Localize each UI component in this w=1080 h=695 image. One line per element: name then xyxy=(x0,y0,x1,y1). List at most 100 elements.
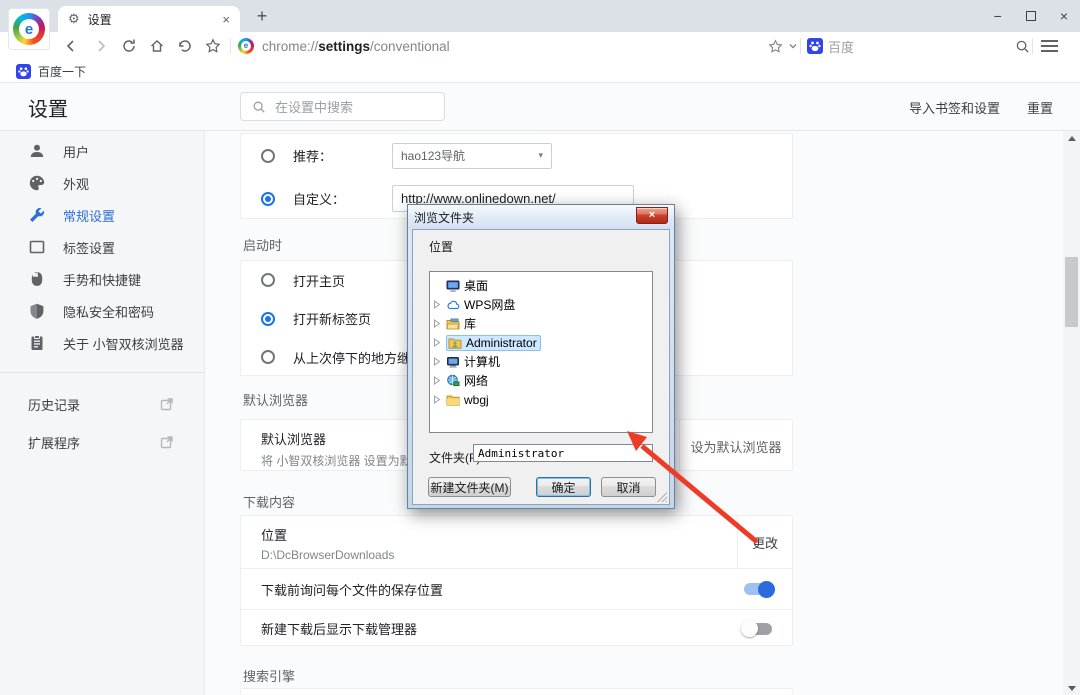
baidu-favicon xyxy=(16,64,31,79)
cancel-button[interactable]: 取消 xyxy=(601,477,656,497)
menu-icon[interactable] xyxy=(1041,40,1058,52)
startup-option-label: 打开主页 xyxy=(293,273,346,289)
download-location-value: D:\DcBrowserDownloads xyxy=(261,548,395,562)
forward-icon[interactable] xyxy=(92,37,110,55)
sidebar-item-appearance[interactable]: 外观 xyxy=(0,167,204,199)
baidu-search-box[interactable]: 百度 xyxy=(828,32,854,60)
import-bookmarks-button[interactable]: 导入书签和设置 xyxy=(909,83,1000,131)
settings-page-header: 设置 在设置中搜索 导入书签和设置 重置 xyxy=(0,83,1080,131)
back-icon[interactable] xyxy=(62,37,80,55)
search-icon[interactable] xyxy=(1013,37,1031,55)
expand-arrow-icon[interactable] xyxy=(433,357,441,366)
scrollbar-thumb[interactable] xyxy=(1065,257,1078,327)
expand-arrow-icon[interactable] xyxy=(433,300,441,309)
expand-arrow-icon[interactable] xyxy=(433,376,441,385)
page-favicon: e xyxy=(238,38,254,54)
startup-option-label: 打开新标签页 xyxy=(293,312,372,328)
sidebar-item-about[interactable]: 关于 小智双核浏览器 xyxy=(0,327,204,359)
palette-icon xyxy=(29,175,45,191)
selected-tree-item[interactable]: Administrator xyxy=(446,334,541,351)
sidebar-link-history[interactable]: 历史记录 xyxy=(0,385,204,423)
tree-item-label: 桌面 xyxy=(464,279,489,293)
sidebar-item-user[interactable]: 用户 xyxy=(0,135,204,167)
tree-item-desktop[interactable]: 桌面 xyxy=(432,276,650,295)
sidebar-link-label: 历史记录 xyxy=(28,397,81,413)
homepage-dropdown[interactable]: hao123导航 ▾ xyxy=(392,142,552,169)
dialog-titlebar[interactable]: 浏览文件夹 × xyxy=(408,205,674,229)
homepage-dropdown-value: hao123导航 xyxy=(401,149,466,163)
ask-location-row: 下载前询问每个文件的保存位置 xyxy=(241,568,792,609)
tree-item-libraries[interactable]: 库 xyxy=(432,314,650,333)
expand-arrow-icon[interactable] xyxy=(433,395,441,404)
resize-grip[interactable] xyxy=(657,492,667,502)
recommended-radio[interactable] xyxy=(261,148,275,163)
sidebar-item-label: 隐私安全和密码 xyxy=(63,304,155,320)
tab-close-icon[interactable]: × xyxy=(222,12,230,27)
startup-option-label: 从上次停下的地方继续 xyxy=(293,350,424,366)
sidebar-item-label: 外观 xyxy=(63,176,90,192)
new-folder-button[interactable]: 新建文件夹(M) xyxy=(428,477,511,497)
browser-tab[interactable]: ⚙ 设置 × xyxy=(58,6,240,32)
mouse-icon xyxy=(31,272,43,286)
recommended-label: 推荐： xyxy=(293,149,333,164)
search-engine-card xyxy=(240,688,793,695)
url-path: /conventional xyxy=(370,38,450,54)
computer-icon xyxy=(447,356,459,368)
sidebar-item-tabs[interactable]: 标签设置 xyxy=(0,231,204,263)
tree-item-network[interactable]: 网络 xyxy=(432,371,650,390)
chevron-down-icon: ▾ xyxy=(538,150,543,160)
expand-arrow-icon[interactable] xyxy=(433,319,441,328)
bookmark-label: 百度一下 xyxy=(38,65,87,79)
continue-radio[interactable] xyxy=(261,350,275,365)
bookmark-star-icon[interactable] xyxy=(204,37,222,55)
address-url[interactable]: chrome://settings/conventional xyxy=(262,32,450,60)
tree-item-wps[interactable]: WPS网盘 xyxy=(432,295,650,314)
sidebar-item-privacy[interactable]: 隐私安全和密码 xyxy=(0,295,204,327)
open-homepage-radio[interactable] xyxy=(261,273,275,288)
download-location-label: 位置 xyxy=(261,528,288,543)
section-downloads: 下载内容 xyxy=(243,495,296,510)
ok-button[interactable]: 确定 xyxy=(536,477,591,497)
sidebar-link-extensions[interactable]: 扩展程序 xyxy=(0,423,204,461)
tree-item-administrator[interactable]: Administrator xyxy=(432,333,650,352)
favorites-star-icon[interactable] xyxy=(766,37,784,55)
reset-button[interactable]: 重置 xyxy=(1027,83,1053,131)
new-tab-button[interactable]: + xyxy=(250,4,274,28)
expand-arrow-icon[interactable] xyxy=(433,338,441,347)
tree-item-label: Administrator xyxy=(466,335,537,350)
open-newtab-radio[interactable] xyxy=(261,311,275,326)
settings-gear-icon: ⚙ xyxy=(68,11,80,26)
scroll-up-icon[interactable] xyxy=(1063,131,1080,145)
home-icon[interactable] xyxy=(148,37,166,55)
page-scrollbar[interactable] xyxy=(1063,131,1080,695)
dialog-close-icon[interactable]: × xyxy=(636,206,668,224)
maximize-icon[interactable] xyxy=(1025,11,1036,21)
folder-icon xyxy=(446,395,460,406)
minimize-icon[interactable]: − xyxy=(994,9,1002,23)
undo-icon[interactable] xyxy=(176,37,194,55)
folder-name-input[interactable] xyxy=(473,444,653,462)
tree-item-computer[interactable]: 计算机 xyxy=(432,352,650,371)
sidebar-item-general[interactable]: 常规设置 xyxy=(0,199,204,231)
browser-logo[interactable]: e xyxy=(8,8,50,50)
tree-item-label: WPS网盘 xyxy=(464,298,516,312)
change-location-button[interactable]: 更改 xyxy=(737,516,792,568)
settings-search-box[interactable]: 在设置中搜索 xyxy=(240,92,445,121)
settings-sidebar: 用户 外观 常规设置 标签设置 手势和快捷键 隐私安全和密码 关于 小智双核浏览… xyxy=(0,131,205,695)
set-default-browser-button[interactable]: 设为默认浏览器 xyxy=(679,420,792,472)
divider xyxy=(1032,38,1033,54)
reload-icon[interactable] xyxy=(120,37,138,55)
section-startup: 启动时 xyxy=(243,238,283,253)
tree-item-wbgj[interactable]: wbgj xyxy=(432,390,650,409)
window-close-icon[interactable]: × xyxy=(1060,9,1068,23)
url-scheme: chrome:// xyxy=(262,38,319,54)
scroll-down-icon[interactable] xyxy=(1063,681,1080,695)
desktop-icon xyxy=(446,280,460,292)
ask-location-toggle[interactable] xyxy=(744,580,775,598)
download-manager-toggle[interactable] xyxy=(741,620,772,637)
divider xyxy=(800,38,801,54)
sidebar-item-gestures[interactable]: 手势和快捷键 xyxy=(0,263,204,295)
sidebar-divider xyxy=(0,372,204,373)
bookmark-item[interactable]: 百度一下 xyxy=(12,62,90,81)
custom-radio[interactable] xyxy=(261,191,275,206)
